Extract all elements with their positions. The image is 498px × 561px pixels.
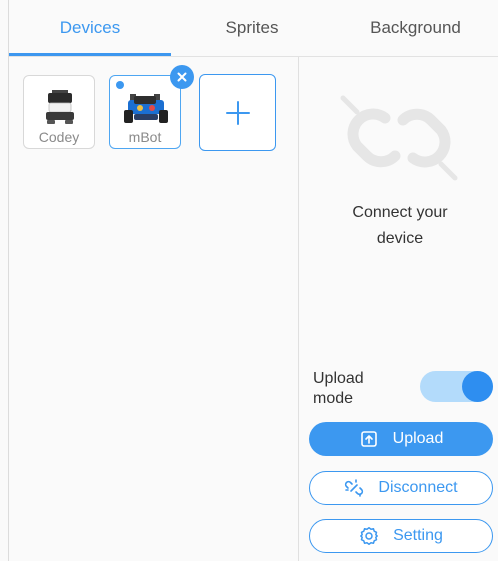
tab-devices-label: Devices (59, 18, 121, 37)
disconnected-link-icon (340, 95, 458, 181)
upload-mode-label: Upload mode (313, 369, 364, 409)
upload-button-label: Upload (392, 430, 444, 447)
panel-divider (298, 57, 299, 561)
upload-icon (359, 429, 379, 449)
add-device-button[interactable] (199, 74, 276, 151)
disconnect-button-label: Disconnect (378, 479, 458, 496)
tab-devices[interactable]: Devices (9, 0, 171, 56)
close-icon (177, 72, 187, 82)
tab-background[interactable]: Background (333, 0, 498, 56)
setting-button-label: Setting (393, 527, 443, 544)
toggle-knob (462, 371, 493, 402)
tab-sprites[interactable]: Sprites (171, 0, 333, 56)
codey-robot-icon (46, 90, 74, 124)
tab-background-label: Background (370, 18, 461, 37)
device-name-mbot: mBot (128, 129, 162, 145)
panel-left-border (8, 0, 9, 561)
device-card-codey[interactable]: Codey (23, 75, 95, 149)
upload-mode-label-line2: mode (313, 390, 354, 407)
setting-button[interactable]: Setting (309, 519, 493, 553)
tab-bar: Devices Sprites Background (9, 0, 498, 57)
connected-indicator-dot (116, 81, 124, 89)
gear-icon (359, 526, 379, 546)
remove-device-button[interactable] (170, 65, 194, 89)
broken-link-icon (344, 478, 364, 498)
connect-status-line2: device (376, 230, 424, 247)
device-panel: Devices Sprites Background Codey mBot Co… (0, 0, 498, 561)
device-name-codey: Codey (38, 129, 80, 145)
connect-status-text: Connect your device (310, 200, 490, 252)
upload-mode-label-line1: Upload (313, 370, 364, 387)
connect-status-line1: Connect your (352, 204, 448, 221)
upload-button[interactable]: Upload (309, 422, 493, 456)
tab-sprites-label: Sprites (225, 18, 279, 37)
disconnect-button[interactable]: Disconnect (309, 471, 493, 505)
active-tab-indicator (9, 53, 171, 56)
upload-mode-toggle[interactable] (420, 371, 493, 402)
plus-icon (225, 100, 250, 125)
